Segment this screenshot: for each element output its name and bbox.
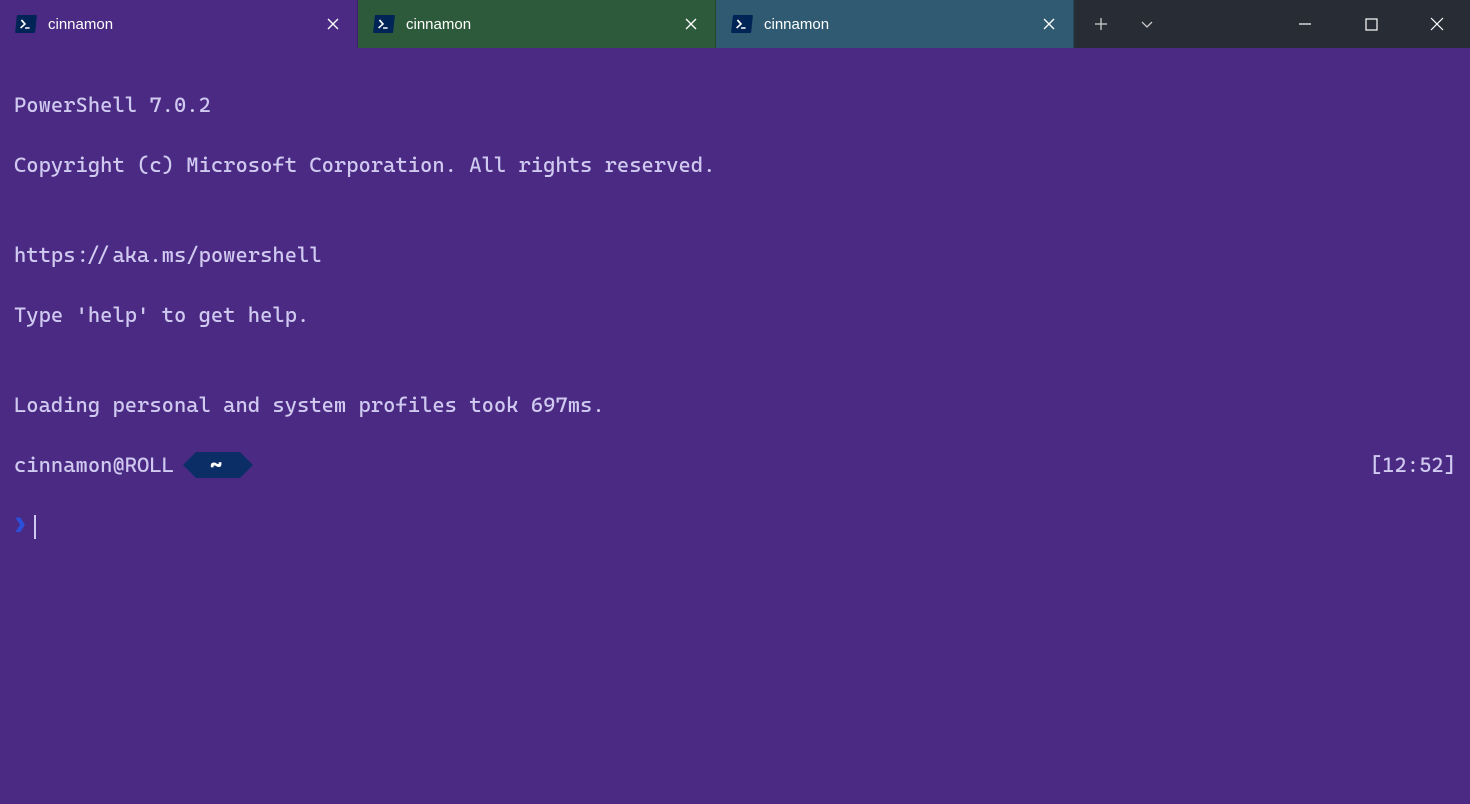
terminal-line: https://aka.ms/powershell: [14, 240, 1456, 270]
tab-3[interactable]: cinnamon: [716, 0, 1074, 48]
title-bar: cinnamon cinnamon cinnamon: [0, 0, 1470, 48]
powershell-icon: [732, 14, 752, 34]
powershell-icon: [16, 14, 36, 34]
window-controls: [1272, 0, 1470, 48]
cursor: [34, 515, 36, 539]
terminal-line: PowerShell 7.0.2: [14, 90, 1456, 120]
dropdown-button[interactable]: [1124, 0, 1170, 48]
prompt-time: [12:52]: [1370, 450, 1456, 480]
prompt-row: cinnamon@ROLL ~ [12:52]: [14, 450, 1456, 480]
close-icon[interactable]: [319, 10, 347, 38]
terminal-line: Type 'help' to get help.: [14, 300, 1456, 330]
tab-1[interactable]: cinnamon: [0, 0, 358, 48]
prompt-input-line[interactable]: ❯: [14, 510, 1456, 540]
close-icon[interactable]: [1035, 10, 1063, 38]
prompt-path: ~: [196, 452, 240, 478]
terminal-line: Copyright (c) Microsoft Corporation. All…: [14, 150, 1456, 180]
minimize-button[interactable]: [1272, 0, 1338, 48]
terminal-pane[interactable]: PowerShell 7.0.2 Copyright (c) Microsoft…: [0, 48, 1470, 804]
tab-2[interactable]: cinnamon: [358, 0, 716, 48]
titlebar-drag-area[interactable]: [1170, 0, 1272, 48]
new-tab-button[interactable]: [1078, 0, 1124, 48]
terminal-line: Loading personal and system profiles too…: [14, 390, 1456, 420]
maximize-button[interactable]: [1338, 0, 1404, 48]
tab-title: cinnamon: [764, 16, 1035, 33]
prompt-arrow-icon: ❯: [14, 513, 26, 537]
tab-title: cinnamon: [406, 16, 677, 33]
tab-actions: [1078, 0, 1170, 48]
close-window-button[interactable]: [1404, 0, 1470, 48]
close-icon[interactable]: [677, 10, 705, 38]
tab-title: cinnamon: [48, 16, 319, 33]
powershell-icon: [374, 14, 394, 34]
prompt-user: cinnamon@ROLL: [14, 450, 174, 480]
